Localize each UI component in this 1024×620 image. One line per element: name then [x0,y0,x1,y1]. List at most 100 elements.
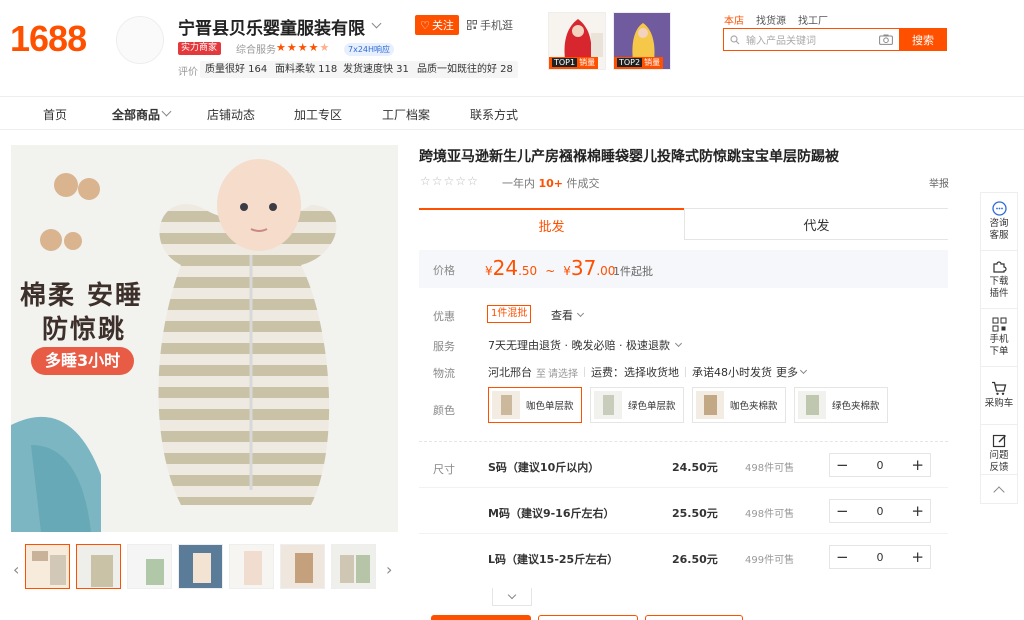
eval-tag: 质量很好 164 [200,61,273,78]
plus-icon[interactable]: + [911,502,924,520]
top-sales-badge: TOP2 销量 [614,57,664,69]
shop-name[interactable]: 宁晋县贝乐婴童服装有限 [178,14,365,39]
size-stock: 498件可售 [745,463,795,474]
report-link[interactable]: 举报 [929,175,949,190]
color-option[interactable]: 咖色夹棉款 [692,387,786,423]
plus-icon[interactable]: + [911,456,924,474]
quantity-value[interactable]: 0 [877,551,884,564]
ship-from: 河北邢台 [488,366,532,379]
star-icon: ★ [276,41,286,54]
size-name: M码（建议9-16斤左右） [488,507,615,520]
float-cart[interactable]: 采购车 [980,366,1018,424]
shop-rating-stars: ★ ★ ★ ★ ★ [276,41,329,54]
response-badge: 7x24H响应 [344,43,395,56]
size-stock: 498件可售 [745,509,795,520]
search-input[interactable]: 输入产品关键词 [723,28,899,51]
search-tab-shop[interactable]: 本店 [724,12,744,27]
eval-tag: 品质一如既往的好 28 [412,61,518,78]
star-outline-icon: ☆ [431,174,443,188]
overlay-line2: 防惊跳 [42,315,127,345]
shipping-label: 物流 [433,367,455,380]
search-placeholder: 输入产品关键词 [746,36,816,47]
minus-icon[interactable]: − [836,502,849,520]
site-logo[interactable]: 1688 [10,18,87,60]
thumbnail[interactable] [25,544,70,589]
overlay-pill: 多睡3小时 [31,347,135,375]
chevron-down-icon[interactable] [161,106,172,117]
chevron-left-icon[interactable]: ‹ [13,560,19,579]
top-product-thumb[interactable]: TOP2 销量 [613,12,671,70]
chevron-right-icon[interactable]: › [386,560,392,579]
expand-sizes-button[interactable] [492,588,532,606]
quantity-value[interactable]: 0 [877,459,884,472]
product-rating-stars: ☆ ☆ ☆ ☆ ☆ [420,174,478,188]
color-option[interactable]: 咖色单层款 [488,387,582,423]
freight-info[interactable]: 运费：选择收货地 [591,364,679,380]
search-button[interactable]: 搜索 [899,28,947,51]
thumbnail[interactable] [280,544,325,589]
shop-avatar[interactable] [116,16,164,64]
tab-dropship[interactable]: 代发 [684,208,948,240]
float-mobile-order[interactable]: 手机下单 [980,308,1018,366]
size-stock: 499件可售 [745,555,795,566]
thumbnail[interactable] [76,544,121,589]
overall-service-label: 综合服务 [236,45,276,56]
minus-icon[interactable]: − [836,548,849,566]
nav-processing-zone[interactable]: 加工专区 [294,106,342,123]
minus-icon[interactable]: − [836,456,849,474]
chevron-down-icon [799,366,808,375]
color-label: 颜色 [433,404,455,417]
star-outline-icon: ☆ [467,174,478,188]
quantity-stepper[interactable]: − 0 + [829,499,931,523]
overlay-line1: 棉柔 安睡 [20,281,144,311]
buy-now-button[interactable] [431,615,531,620]
star-outline-icon: ☆ [420,174,431,188]
camera-icon[interactable] [879,34,893,45]
thumbnail[interactable] [229,544,274,589]
mobile-browse-button[interactable]: 手机逛 [467,15,513,35]
evaluation-label: 评价 [178,67,198,78]
more-link[interactable]: 更多 [776,364,798,380]
size-row: M码（建议9-16斤左右） 25.50元 498件可售 − 0 + [419,488,948,534]
thumbnail[interactable] [331,544,376,589]
search-icon [730,34,740,44]
nav-contact[interactable]: 联系方式 [470,106,518,123]
follow-button[interactable]: ♡ 关注 [415,15,459,35]
service-label: 服务 [433,340,455,353]
tab-wholesale[interactable]: 批发 [419,208,684,240]
strength-merchant-badge: 实力商家 [178,42,222,55]
promo-label: 优惠 [433,310,455,323]
top-product-thumb[interactable]: TOP1 销量 [548,12,606,70]
thumbnail[interactable] [178,544,223,589]
quantity-value[interactable]: 0 [877,505,884,518]
nav-all-products[interactable]: 全部商品 [112,106,160,123]
color-swatch [798,391,826,419]
nav-factory-profile[interactable]: 工厂档案 [382,106,430,123]
color-option[interactable]: 绿色单层款 [590,387,684,423]
quantity-stepper[interactable]: − 0 + [829,453,931,477]
promo-view-dropdown[interactable]: 查看 [551,307,585,323]
size-price: 25.50元 [672,507,718,520]
star-half-icon: ★ [319,41,330,54]
service-guarantees[interactable]: 7天无理由退货 · 晚发必赔 · 极速退款 [488,337,683,353]
quantity-stepper[interactable]: − 0 + [829,545,931,569]
back-to-top-button[interactable] [980,474,1018,504]
product-main-image[interactable]: 棉柔 安睡 防惊跳 多睡3小时 [11,145,398,532]
size-price: 26.50元 [672,553,718,566]
plus-icon[interactable]: + [911,548,924,566]
float-download-plugin[interactable]: 下载插件 [980,250,1018,308]
secondary-action-button[interactable] [645,615,743,620]
thumbnail[interactable] [127,544,172,589]
float-customer-service[interactable]: 咨询客服 [980,192,1018,250]
search-tab-source[interactable]: 找货源 [756,12,786,27]
color-swatch [594,391,622,419]
color-option[interactable]: 绿色夹棉款 [794,387,888,423]
add-to-cart-button[interactable] [538,615,638,620]
nav-shop-news[interactable]: 店铺动态 [207,106,255,123]
promo-tag: 1件混批 [487,305,532,323]
search-tab-factory[interactable]: 找工厂 [798,12,828,27]
ship-to-select[interactable]: 请选择 [548,365,578,380]
nav-home[interactable]: 首页 [43,106,67,123]
chevron-down-icon[interactable] [371,18,382,29]
puzzle-icon [992,261,1007,273]
